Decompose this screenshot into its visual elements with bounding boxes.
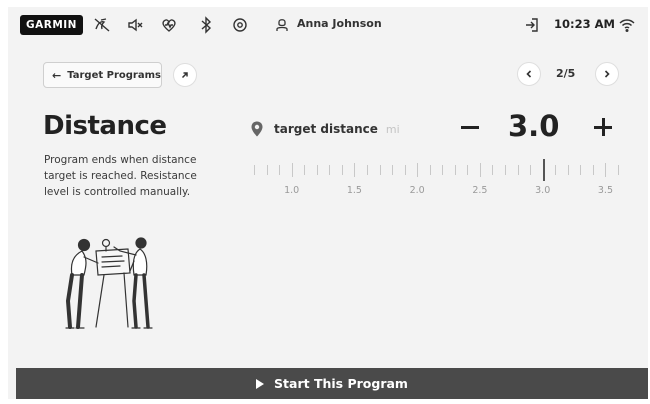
heart-rate-icon[interactable] [159,15,179,35]
start-program-label: Start This Program [274,376,408,391]
ruler-tick [341,165,343,175]
settings-icon[interactable] [230,15,250,35]
distance-ruler-slider[interactable]: 1.0 1.5 2.0 2.5 3.0 3.5 [254,157,619,201]
ruler-label: 1.0 [284,185,300,196]
ruler-tick [442,165,444,175]
hide-stats-icon[interactable] [92,15,112,35]
page-indicator: 2/5 [556,67,576,80]
next-program-button[interactable] [595,62,619,86]
ruler-tick [567,165,569,175]
ruler-tick [266,165,268,175]
minus-icon [461,125,479,129]
ruler-tick [279,165,281,175]
target-distance-label: target distance [274,122,378,136]
ruler-tick [517,165,519,175]
ruler-label: 3.0 [535,185,551,196]
ruler-tick [254,165,255,175]
ruler-label: 3.5 [597,185,613,196]
chevron-right-icon [604,70,610,78]
ruler-tick [467,165,469,175]
ruler-tick [404,165,406,175]
arrow-left-icon: ← [52,68,62,82]
ruler-label: 1.5 [346,185,362,196]
sound-off-icon[interactable] [125,15,145,35]
user-name[interactable]: Anna Johnson [297,17,382,30]
ruler-tick [329,165,331,175]
people-illustration [65,237,153,329]
ruler-tick [479,163,481,177]
ruler-tick [530,165,532,175]
clock: 10:23 AM [554,17,615,31]
increase-button[interactable] [589,113,617,141]
ruler-tick [379,165,381,175]
target-value: 3.0 [508,109,560,143]
wifi-icon[interactable] [617,15,637,35]
ruler-tick [580,165,582,175]
ruler-tick [392,165,394,175]
ruler-tick [417,163,419,177]
ruler-tick [605,163,607,177]
ruler-tick [354,163,356,177]
ruler-tick [555,165,557,175]
logout-icon[interactable] [522,15,542,35]
ruler-tick [592,165,594,175]
ruler-tick [505,165,507,175]
ruler-tick [429,165,431,175]
user-icon [272,15,292,35]
ruler-tick [304,165,306,175]
ruler-tick [291,163,293,177]
start-program-button[interactable]: Start This Program [16,368,648,399]
bluetooth-icon[interactable] [196,15,216,35]
back-button-label: Target Programs [67,69,161,81]
program-description: Program ends when distance target is rea… [44,154,197,198]
ruler-tick [366,165,368,175]
ruler-tick [454,165,456,175]
play-icon [256,378,265,389]
garmin-logo: GARMIN [20,15,83,35]
ruler-tick [492,165,494,175]
distance-unit: mi [385,122,400,136]
ruler-tick [618,165,619,175]
ruler-tick [316,165,318,175]
program-title: Distance [43,111,167,141]
screen: GARMIN Anna Johnson 10:23 AM ← Target Pr… [8,7,648,399]
target-distance-header: target distance mi [248,114,400,144]
location-pin-icon [251,121,263,137]
ruler-label: 2.0 [409,185,425,196]
previous-program-button[interactable] [517,62,541,86]
ruler-selected-tick [542,159,545,181]
collapse-arrow-icon [181,72,188,79]
back-button[interactable]: ← Target Programs [43,62,162,88]
decrease-button[interactable] [456,113,484,141]
status-bar: GARMIN Anna Johnson 10:23 AM [8,7,648,43]
collapse-button[interactable] [173,63,197,87]
ruler-label: 2.5 [472,185,488,196]
chevron-left-icon [526,70,532,78]
